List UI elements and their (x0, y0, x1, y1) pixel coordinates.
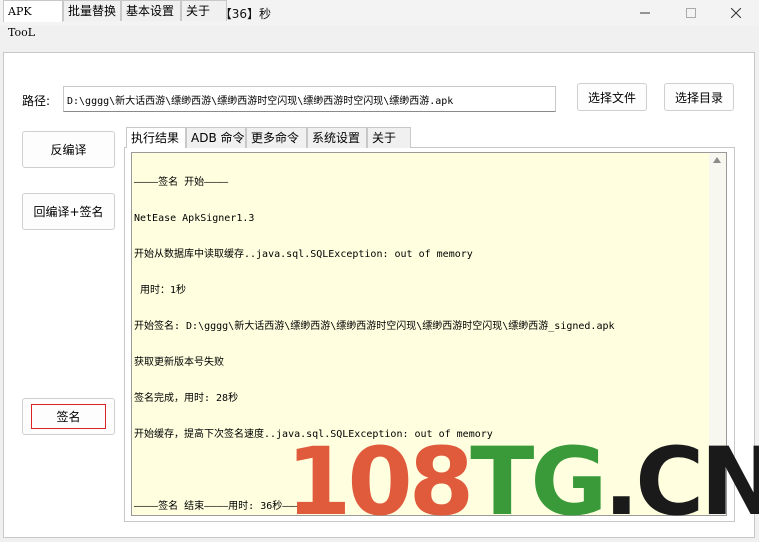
console-line: ————签名 开始———— (134, 177, 229, 188)
tab-sub-about[interactable]: 关于 (367, 127, 411, 148)
sign-button-label: 签名 (31, 404, 106, 429)
decompile-button[interactable]: 反编译 (22, 131, 115, 168)
console-line: 开始从数据库中读取缓存..java.sql.SQLException: out … (134, 249, 473, 260)
tab-apk-tool[interactable]: APK TooL (3, 0, 63, 39)
tab-system-settings[interactable]: 系统设置 (307, 127, 367, 148)
close-button[interactable] (713, 0, 759, 26)
select-directory-button[interactable]: 选择目录 (664, 83, 734, 111)
watermark-part-tg: TG (470, 428, 603, 524)
tab-more-commands[interactable]: 更多命令 (246, 127, 307, 148)
console-line: NetEase ApkSigner1.3 (134, 213, 255, 224)
tab-execution-result[interactable]: 执行结果 (126, 127, 186, 148)
svg-text:108TG.CN: 108TG.CN (286, 428, 759, 524)
path-input[interactable] (63, 86, 556, 112)
console-line: 获取更新版本号失败 (134, 357, 224, 368)
console-line: 开始签名: D:\gggg\新大话西游\缥缈西游\缥缈西游时空闪现\缥缈西游时空… (134, 321, 615, 332)
watermark-part-cn: .CN (604, 428, 759, 524)
path-label: 路径: (22, 94, 51, 108)
minimize-button[interactable] (622, 0, 668, 26)
watermark-logo: 108TG.CN (286, 428, 759, 524)
tab-batch-replace[interactable]: 批量替换 (63, 0, 121, 21)
tab-about[interactable]: 关于 (181, 0, 227, 21)
console-line: 签名完成，用时: 28秒 (134, 393, 239, 404)
maximize-icon (686, 8, 696, 18)
minimize-icon (640, 12, 650, 14)
tab-adb-commands[interactable]: ADB 命令 (186, 127, 246, 148)
watermark-part-108: 108 (286, 428, 470, 524)
scroll-up-icon[interactable] (713, 157, 721, 163)
sign-button[interactable]: 签名 (22, 398, 115, 435)
recompile-sign-button[interactable]: 回编译+签名 (22, 193, 115, 230)
select-file-button[interactable]: 选择文件 (577, 83, 647, 111)
console-line: 用时：1秒 (134, 285, 187, 296)
close-icon (731, 8, 741, 18)
maximize-button[interactable] (668, 0, 714, 26)
tab-basic-settings[interactable]: 基本设置 (121, 0, 181, 21)
